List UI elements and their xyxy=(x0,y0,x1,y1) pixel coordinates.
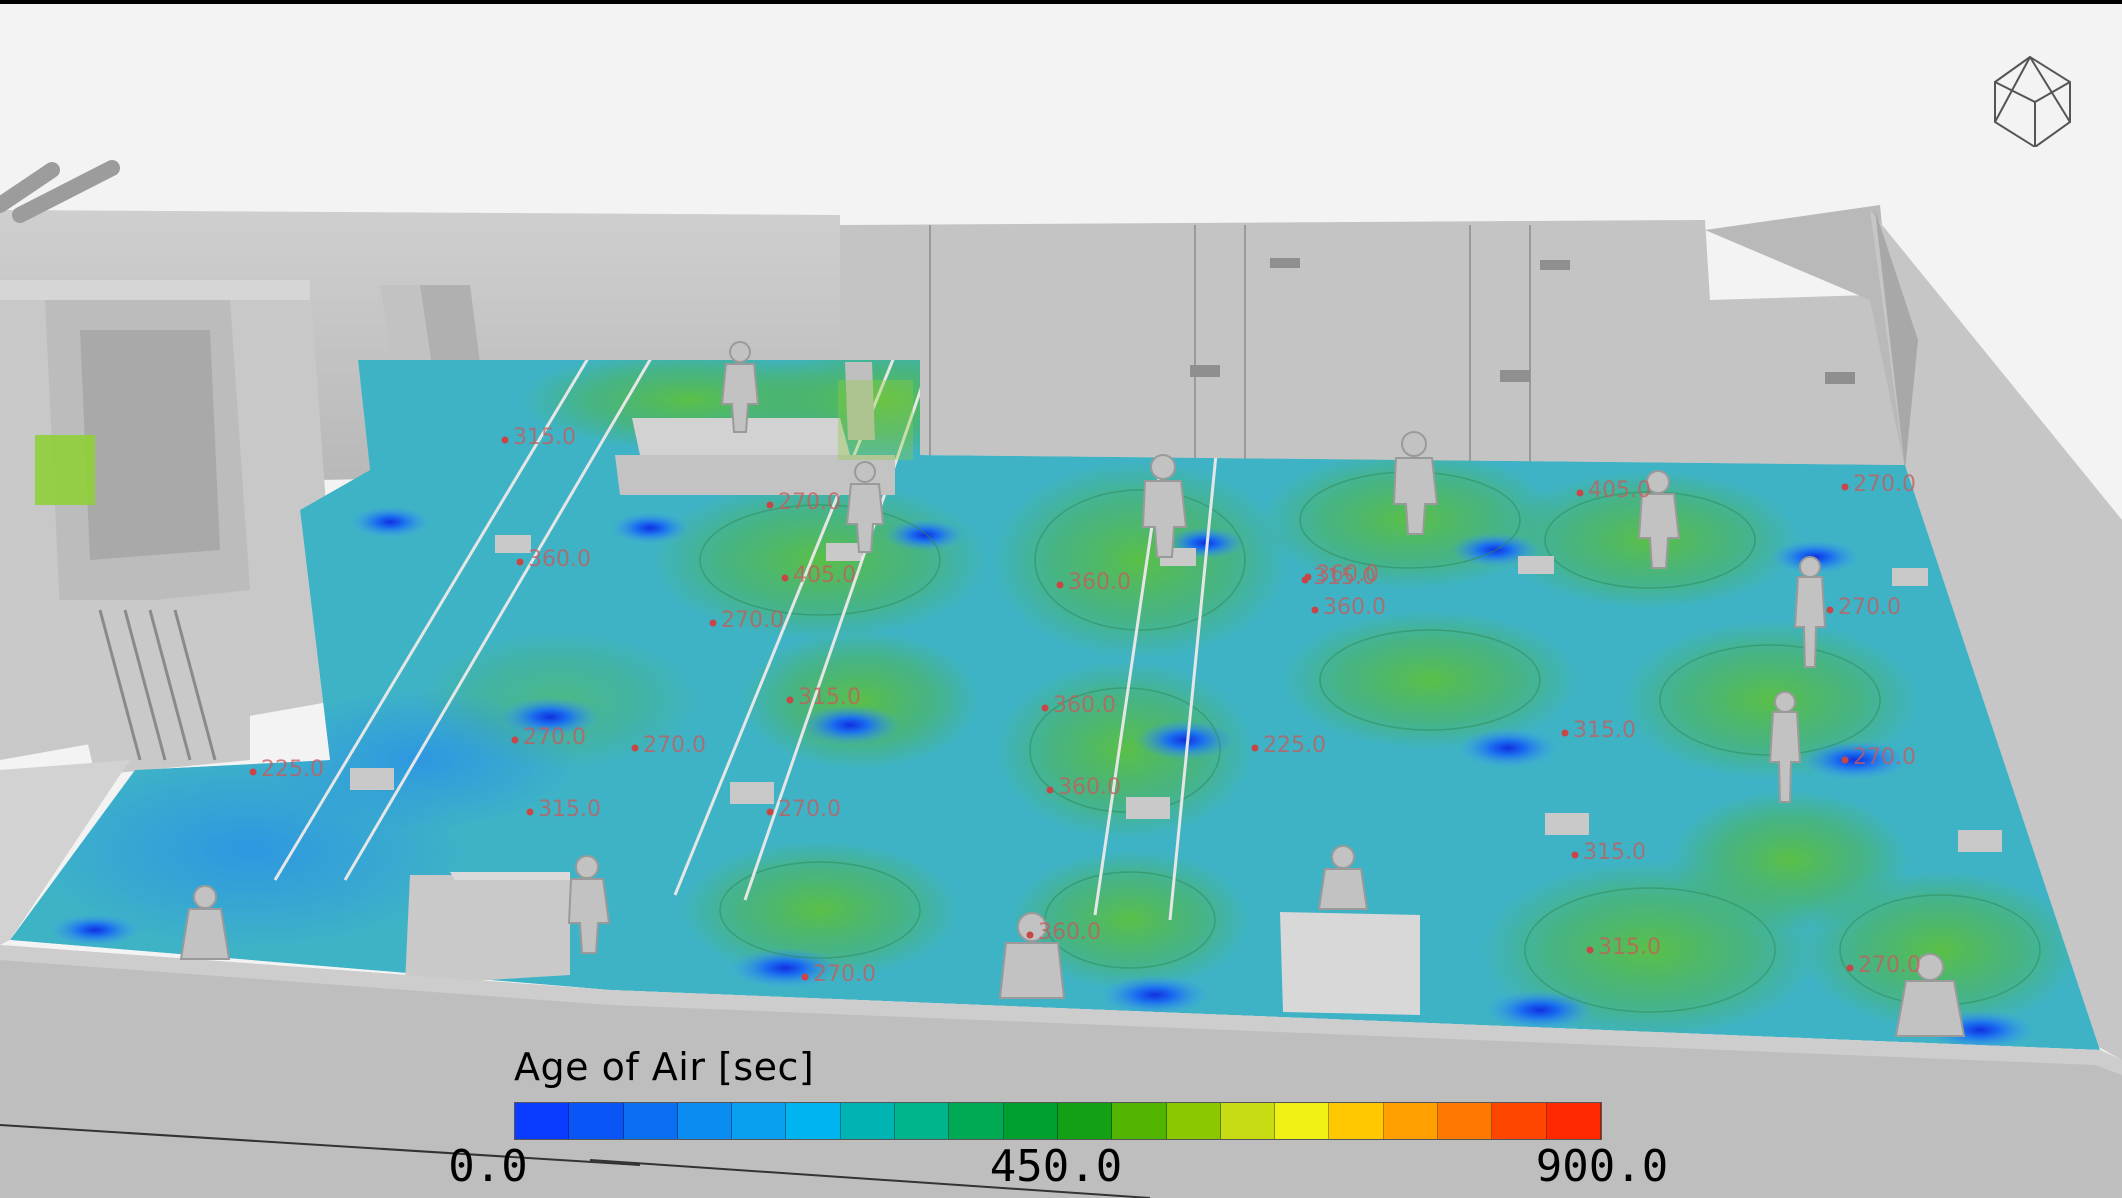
cfd-scene: 315.0 270.0 360.0 405.0 270.0 360.0 315.0 360.0… xyxy=(0,0,2122,1198)
legend-swatch xyxy=(515,1103,570,1139)
probe-label: 225.0 xyxy=(1263,733,1326,758)
probe-marker xyxy=(1046,786,1054,794)
legend-swatch xyxy=(1003,1103,1058,1139)
legend-swatch xyxy=(1112,1103,1167,1139)
probe-marker xyxy=(1846,964,1854,972)
probe-marker xyxy=(1561,729,1569,737)
probe-label: 315.0 xyxy=(1598,935,1661,960)
legend-swatch xyxy=(895,1103,950,1139)
probe-marker xyxy=(631,744,639,752)
legend-max-label: 900.0 xyxy=(1535,1141,1669,1192)
legend-swatch xyxy=(623,1103,678,1139)
probe-label: 270.0 xyxy=(721,608,784,633)
legend-mid-label: 450.0 xyxy=(989,1141,1123,1192)
probe-label: 225.0 xyxy=(261,757,324,782)
probe-marker xyxy=(781,574,789,582)
probe-marker xyxy=(786,696,794,704)
probe-marker xyxy=(766,501,774,509)
probe-label: 405.0 xyxy=(793,563,856,588)
probe-marker xyxy=(1841,483,1849,491)
probe-marker xyxy=(526,808,534,816)
color-legend: Age of Air [sec] 0.0 450.0 900.0 xyxy=(448,1045,1668,1195)
probe-label: 315.0 xyxy=(513,425,576,450)
legend-swatch xyxy=(1383,1103,1439,1139)
probe-label: 315.0 xyxy=(538,797,601,822)
probe-marker xyxy=(511,736,519,744)
probe-label: 270.0 xyxy=(523,725,586,750)
legend-swatch xyxy=(1546,1103,1601,1139)
probe-label: 270.0 xyxy=(778,490,841,515)
probe-marker xyxy=(516,558,524,566)
probe-label: 270.0 xyxy=(813,962,876,987)
probe-label: 270.0 xyxy=(1838,595,1901,620)
probe-marker xyxy=(1056,581,1064,589)
probe-label: 405.0 xyxy=(1588,478,1651,503)
legend-title: Age of Air [sec] xyxy=(514,1045,815,1089)
probe-marker xyxy=(801,973,809,981)
probe-marker xyxy=(1571,851,1579,859)
legend-swatch xyxy=(1166,1103,1221,1139)
probe-label: 360.0 xyxy=(1068,570,1131,595)
probe-marker xyxy=(1251,744,1259,752)
probe-marker xyxy=(1026,931,1034,939)
probe-label: 360.0 xyxy=(1058,775,1121,800)
probe-label: 360.0 xyxy=(1323,595,1386,620)
probe-marker xyxy=(1841,756,1849,764)
probe-label: 270.0 xyxy=(1853,745,1916,770)
legend-swatch xyxy=(1438,1103,1493,1139)
probe-label: 360.0 xyxy=(1316,562,1379,587)
probe-label: 270.0 xyxy=(778,797,841,822)
legend-colorbar xyxy=(514,1102,1602,1140)
probe-marker xyxy=(1311,606,1319,614)
probe-label: 270.0 xyxy=(643,733,706,758)
probe-marker xyxy=(766,808,774,816)
legend-swatch xyxy=(840,1103,896,1139)
probe-label: 270.0 xyxy=(1853,472,1916,497)
probe-marker xyxy=(1586,946,1594,954)
probe-label: 315.0 xyxy=(1583,840,1646,865)
probe-label: 360.0 xyxy=(1038,920,1101,945)
legend-swatch xyxy=(1057,1103,1113,1139)
legend-swatch xyxy=(1492,1103,1547,1139)
probe-marker xyxy=(1304,573,1312,581)
probe-marker xyxy=(709,619,717,627)
probe-label: 360.0 xyxy=(1053,693,1116,718)
view-cube-icon[interactable] xyxy=(1985,52,2080,147)
legend-swatch xyxy=(1329,1103,1384,1139)
probe-label: 360.0 xyxy=(528,547,591,572)
probe-marker xyxy=(1826,606,1834,614)
legend-swatch xyxy=(1220,1103,1276,1139)
probe-label: 270.0 xyxy=(1858,953,1921,978)
legend-swatch xyxy=(786,1103,841,1139)
legend-swatch xyxy=(569,1103,624,1139)
probe-marker xyxy=(501,436,509,444)
probe-marker xyxy=(1576,489,1584,497)
probe-label: 315.0 xyxy=(798,685,861,710)
probe-marker xyxy=(249,768,257,776)
legend-swatch xyxy=(949,1103,1004,1139)
legend-swatch xyxy=(677,1103,733,1139)
legend-min-label: 0.0 xyxy=(448,1141,528,1192)
cfd-viewport[interactable]: 315.0 270.0 360.0 405.0 270.0 360.0 315.0 360.0… xyxy=(0,0,2122,1198)
legend-swatch xyxy=(732,1103,787,1139)
probe-label: 315.0 xyxy=(1573,718,1636,743)
probe-marker xyxy=(1041,704,1049,712)
legend-swatch xyxy=(1275,1103,1330,1139)
